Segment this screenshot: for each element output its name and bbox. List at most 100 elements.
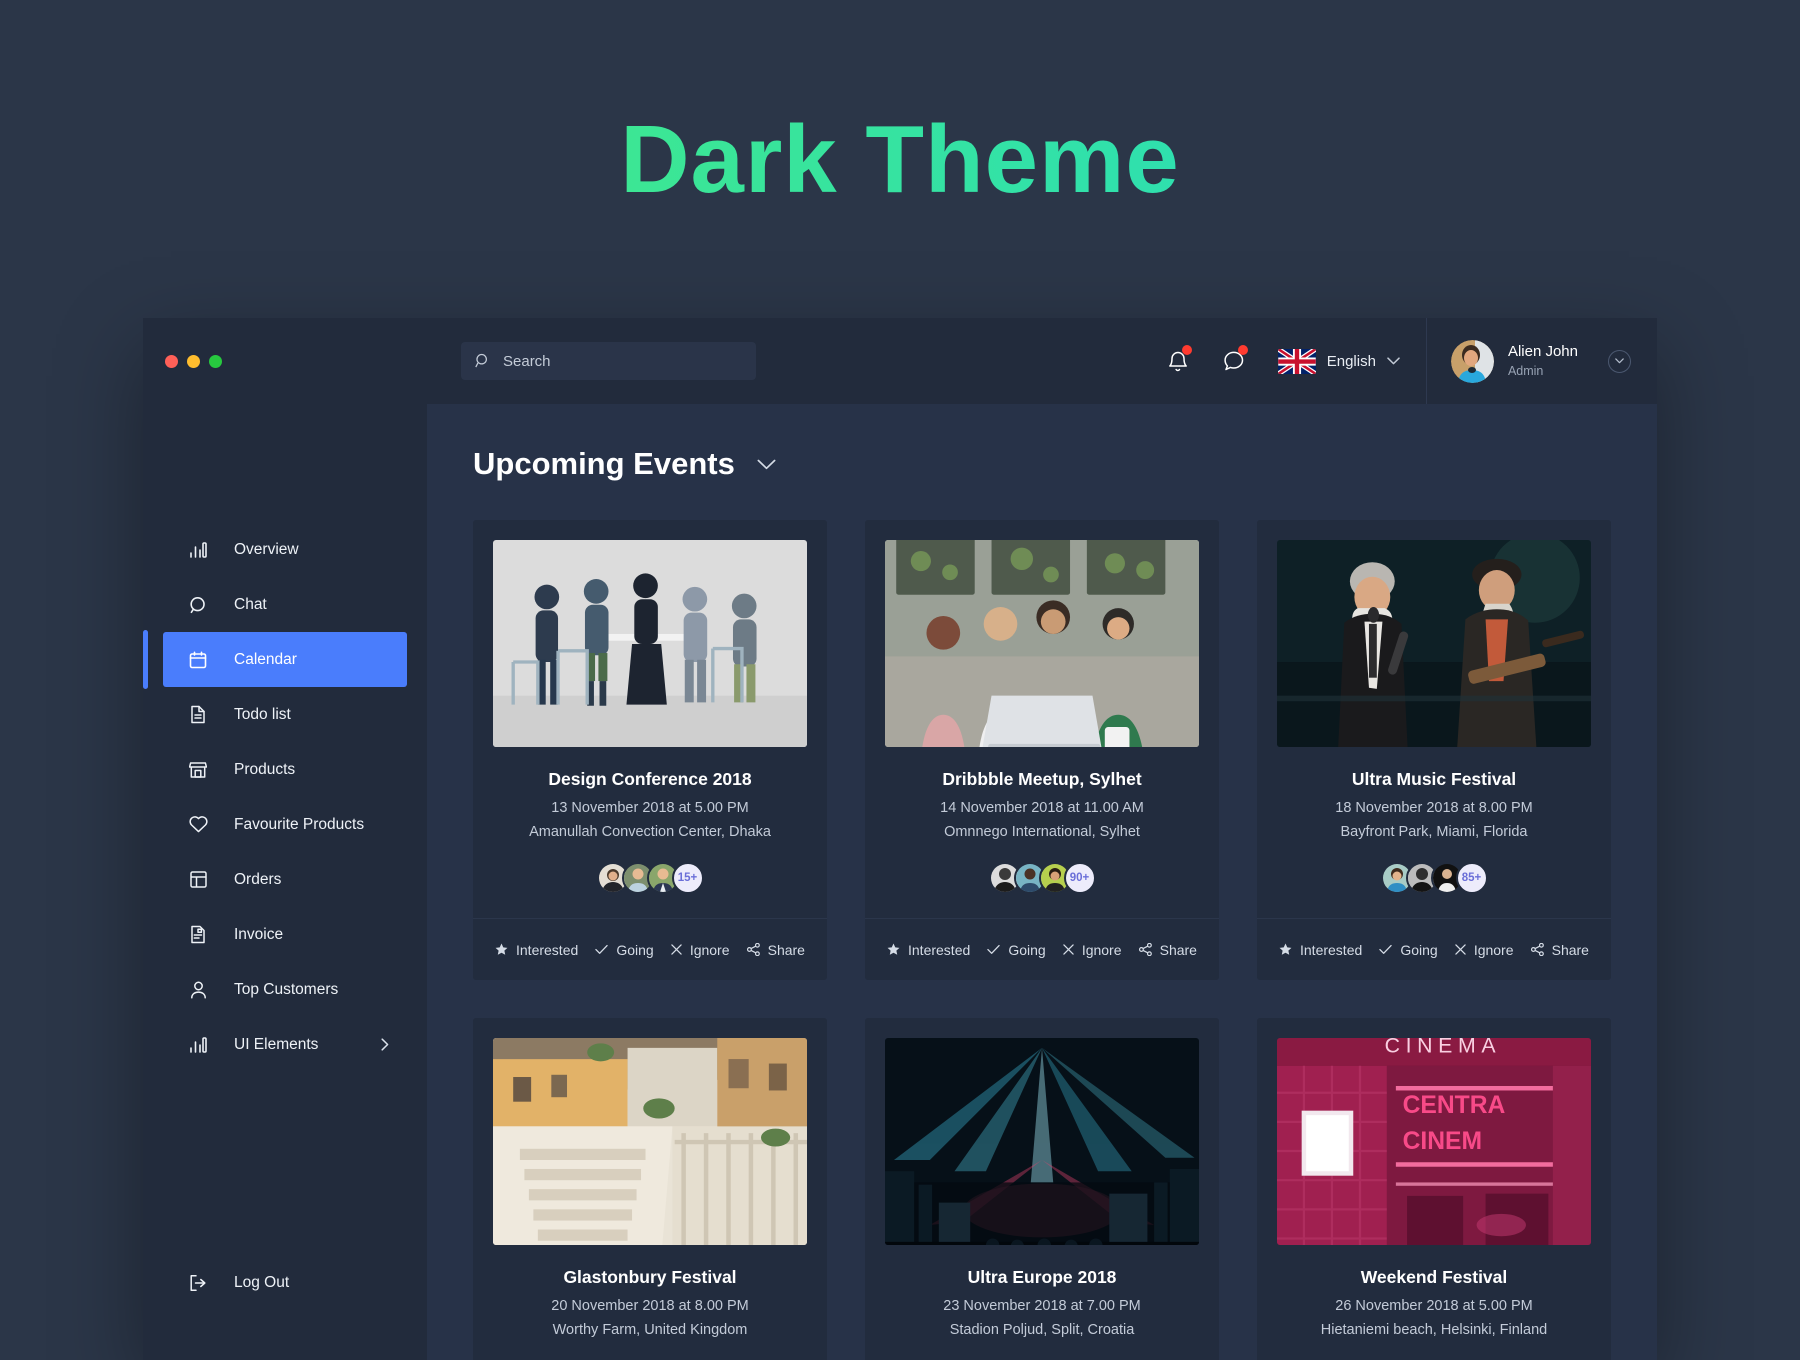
attendee-count-badge[interactable]: 90+	[1063, 862, 1096, 894]
topbar-divider	[1425, 318, 1427, 404]
sidebar-item-label: Orders	[234, 870, 282, 888]
action-label: Ignore	[689, 941, 730, 958]
people-meeting-photo	[493, 540, 807, 747]
going-button[interactable]: Going	[1379, 941, 1438, 958]
close-window-button[interactable]	[165, 354, 178, 368]
share-icon	[1138, 943, 1152, 956]
event-title: Ultra Europe 2018	[967, 1267, 1117, 1287]
action-label: Going	[1400, 941, 1438, 958]
event-date: 13 November 2018 at 5.00 PM	[551, 800, 749, 816]
card-actions: Interested Going Ignore Share	[1257, 918, 1611, 980]
share-button[interactable]: Share	[1530, 942, 1589, 958]
event-place: Worthy Farm, United Kingdom	[552, 1322, 748, 1338]
action-label: Share	[1159, 941, 1197, 958]
uk-flag-icon	[1277, 348, 1316, 374]
sidebar-item-products[interactable]: Products	[143, 742, 427, 797]
event-place: Hietaniemi beach, Helsinki, Finland	[1320, 1322, 1548, 1338]
card-actions: Interested Going Ignore Share	[473, 918, 827, 980]
store-icon	[188, 760, 208, 780]
event-card[interactable]: Glastonbury Festival 20 November 2018 at…	[473, 1018, 827, 1360]
calendar-icon	[188, 650, 208, 670]
sidebar-item-chat[interactable]: Chat	[143, 577, 427, 632]
share-button[interactable]: Share	[746, 941, 805, 958]
topbar-right: English Alien John Admin	[1158, 318, 1657, 404]
user-name: Alien John	[1507, 343, 1578, 361]
avatar	[1450, 339, 1494, 383]
close-x-icon	[1063, 944, 1074, 955]
sidebar-item-label: Overview	[234, 540, 299, 558]
chat-search-icon	[188, 595, 208, 615]
event-date: 18 November 2018 at 8.00 PM	[1335, 800, 1533, 816]
event-card[interactable]: Ultra Music Festival 18 November 2018 at…	[1257, 520, 1611, 980]
sidebar-item-overview[interactable]: Overview	[143, 522, 427, 577]
sidebar-item-todo-list[interactable]: Todo list	[143, 687, 427, 742]
interested-button[interactable]: Interested	[495, 942, 578, 958]
action-label: Going	[1008, 941, 1046, 958]
sidebar-item-label: Log Out	[234, 1273, 290, 1291]
sidebar-item-label: Favourite Products	[234, 815, 365, 833]
team-laptop-photo	[885, 540, 1199, 747]
star-icon	[495, 943, 508, 956]
sidebar-item-ui-elements[interactable]: UI Elements	[143, 1017, 427, 1072]
content-area: Upcoming Events Design Conference 2018 1…	[427, 404, 1657, 1360]
search-box[interactable]	[461, 342, 756, 380]
ignore-button[interactable]: Ignore	[671, 942, 730, 958]
attendee-count-badge[interactable]: 85+	[1455, 862, 1488, 894]
page-header: Upcoming Events	[473, 446, 1611, 482]
action-label: Ignore	[1081, 941, 1122, 958]
user-icon	[188, 980, 208, 1000]
sidebar-item-top-customers[interactable]: Top Customers	[143, 962, 427, 1017]
interested-button[interactable]: Interested	[887, 942, 970, 958]
window-traffic-lights	[143, 354, 405, 368]
cinema-neon-photo: CINEMA CENTRA CINEM	[1277, 1038, 1591, 1245]
invoice-icon	[188, 925, 208, 945]
page-title-chevron-down-icon[interactable]	[757, 459, 776, 470]
event-card[interactable]: Design Conference 2018 13 November 2018 …	[473, 520, 827, 980]
event-card[interactable]: Dribbble Meetup, Sylhet 14 November 2018…	[865, 520, 1219, 980]
going-button[interactable]: Going	[595, 942, 654, 958]
page-title: Upcoming Events	[473, 446, 735, 481]
sidebar-item-label: Products	[234, 760, 296, 778]
attendee-count-badge[interactable]: 15+	[671, 862, 704, 894]
svg-text:CINEM: CINEM	[1403, 1128, 1482, 1155]
minimize-window-button[interactable]	[187, 354, 200, 368]
event-title: Dribbble Meetup, Sylhet	[942, 769, 1142, 789]
check-icon	[595, 944, 609, 955]
attendee-avatars: 15+	[493, 862, 807, 894]
language-selector[interactable]: English	[1277, 348, 1400, 374]
white-village-photo	[493, 1038, 807, 1245]
maximize-window-button[interactable]	[209, 354, 222, 368]
ignore-button[interactable]: Ignore	[1063, 942, 1122, 958]
sidebar-item-favourite-products[interactable]: Favourite Products	[143, 797, 427, 852]
user-menu[interactable]: Alien John Admin	[1450, 339, 1657, 383]
user-menu-chevron-down-icon[interactable]	[1608, 349, 1631, 373]
sidebar-item-orders[interactable]: Orders	[143, 852, 427, 907]
chevron-right-icon[interactable]	[381, 1038, 389, 1051]
sidebar-item-invoice[interactable]: Invoice	[143, 907, 427, 962]
event-title: Glastonbury Festival	[563, 1267, 737, 1287]
action-label: Share	[767, 941, 805, 958]
search-input[interactable]	[503, 352, 742, 370]
banner: Dark Theme	[0, 0, 1800, 320]
attendee-avatars: 85+	[1277, 862, 1591, 894]
sidebar-item-label: Todo list	[234, 705, 291, 723]
interested-button[interactable]: Interested	[1279, 942, 1362, 958]
close-x-icon	[1455, 944, 1466, 955]
notifications-button[interactable]	[1158, 341, 1198, 381]
search-icon	[475, 353, 491, 369]
check-icon	[987, 944, 1001, 955]
ignore-button[interactable]: Ignore	[1455, 942, 1514, 958]
going-button[interactable]: Going	[987, 941, 1046, 958]
sidebar-item-logout[interactable]: Log Out	[143, 1255, 427, 1310]
event-title: Design Conference 2018	[548, 769, 752, 789]
messages-button[interactable]	[1214, 341, 1254, 381]
share-icon	[746, 943, 760, 956]
share-button[interactable]: Share	[1138, 941, 1197, 958]
action-label: Interested	[1300, 941, 1363, 958]
event-place: Amanullah Convection Center, Dhaka	[529, 824, 771, 840]
bar-chart-icon	[188, 1035, 208, 1055]
event-card[interactable]: Ultra Europe 2018 23 November 2018 at 7.…	[865, 1018, 1219, 1360]
sidebar-item-label: Chat	[234, 595, 267, 613]
event-card[interactable]: CINEMA CENTRA CINEM Weekend Festival 26 …	[1257, 1018, 1611, 1360]
sidebar-item-calendar[interactable]: Calendar	[143, 630, 407, 689]
